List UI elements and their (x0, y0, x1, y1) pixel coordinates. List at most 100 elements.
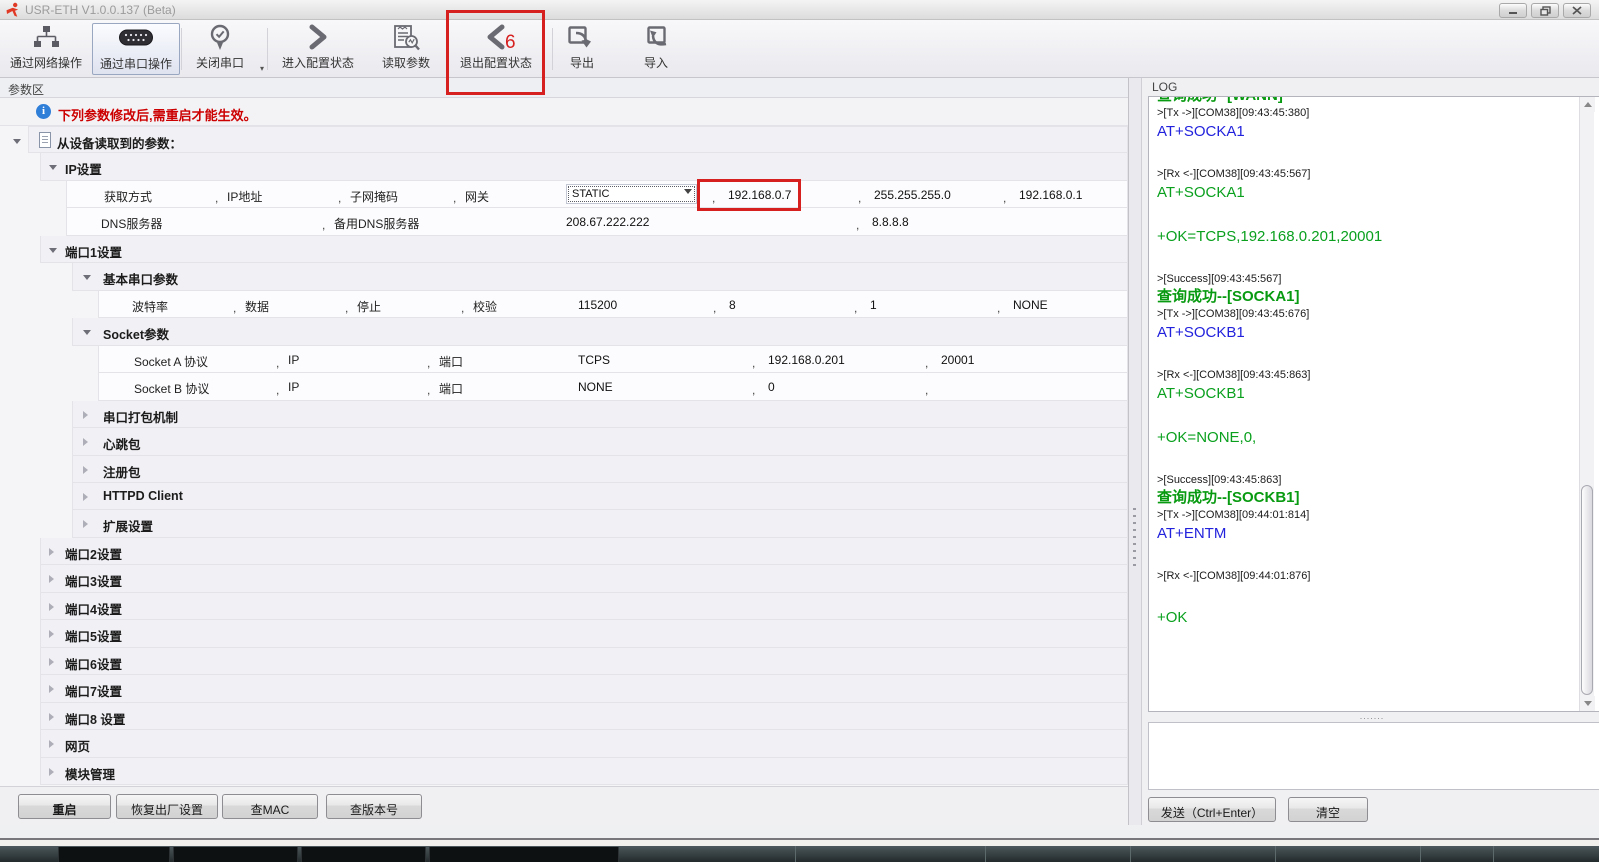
tree-node-label: 端口4设置 (65, 599, 122, 618)
collapse-arrow-icon[interactable] (49, 603, 54, 611)
tree-node-端口2设置[interactable]: 端口2设置 (40, 538, 1128, 565)
toolbar-button-label: 通过串口操作 (100, 55, 172, 72)
tree-node-端口3设置[interactable]: 端口3设置 (40, 565, 1128, 592)
query-mac-button[interactable]: 查MAC (222, 794, 318, 819)
serial-operation-button[interactable]: 通过串口操作 (92, 23, 180, 75)
scroll-down-icon[interactable] (1580, 696, 1595, 711)
read-params-button[interactable]: 读取参数 (368, 23, 444, 75)
param-value[interactable]: 115200 (578, 298, 617, 312)
param-value[interactable]: 0 (768, 380, 775, 394)
log-entry-result: +OK (1157, 609, 1579, 627)
tree-node-端口6设置[interactable]: 端口6设置 (40, 648, 1128, 675)
log-input-splitter[interactable]: ....... (1352, 714, 1392, 719)
param-value[interactable]: 8.8.8.8 (872, 215, 909, 229)
tree-node-HTTPD Client[interactable]: HTTPD Client (72, 483, 1128, 510)
separator-comma: , (345, 301, 348, 315)
log-entry-tx: AT+SOCKB1 (1157, 324, 1579, 342)
expand-arrow-icon[interactable] (83, 330, 91, 335)
tree-node-注册包[interactable]: 注册包 (72, 456, 1128, 483)
collapse-arrow-icon[interactable] (49, 768, 54, 776)
export-button[interactable]: 导出 (556, 23, 608, 75)
collapse-arrow-icon[interactable] (83, 466, 88, 474)
collapse-arrow-icon[interactable] (49, 575, 54, 583)
step-highlight-box-toolbar (446, 10, 545, 95)
restore-button[interactable] (1531, 3, 1559, 18)
restart-button[interactable]: 重启 (18, 794, 111, 819)
separator-comma: , (858, 191, 861, 205)
tree-node-串口打包机制[interactable]: 串口打包机制 (72, 401, 1128, 428)
close-serial-button[interactable]: 关闭串口 (184, 23, 256, 75)
query-version-button[interactable]: 查版本号 (326, 794, 422, 819)
panel-splitter[interactable] (1129, 78, 1141, 825)
separator-comma: , (713, 301, 716, 315)
param-row-serial-basic: 波特率,数据,停止,校验115200,8,1,NONE (98, 291, 1128, 318)
scroll-up-icon[interactable] (1580, 97, 1595, 112)
expand-arrow-icon[interactable] (13, 139, 21, 144)
export-icon (567, 23, 597, 51)
network-operation-button[interactable]: 通过网络操作 (2, 23, 90, 75)
tree-node-端口7设置[interactable]: 端口7设置 (40, 675, 1128, 702)
collapse-arrow-icon[interactable] (49, 658, 54, 666)
close-button[interactable] (1563, 3, 1591, 18)
collapse-arrow-icon[interactable] (49, 630, 54, 638)
log-output[interactable]: 查询成功--[WANN]>[Tx ->][COM38][09:43:45:380… (1148, 96, 1599, 712)
import-button[interactable]: 导入 (630, 23, 682, 75)
tree-node-从设备读取到的参数：[interactable]: 从设备读取到的参数： (28, 126, 1128, 153)
tree-node-扩展设置[interactable]: 扩展设置 (72, 510, 1128, 537)
separator-comma: , (233, 301, 236, 315)
param-value[interactable]: NONE (1013, 298, 1048, 312)
tree-node-label: 端口2设置 (65, 544, 122, 563)
param-label: 端口 (439, 353, 463, 370)
send-input[interactable] (1148, 722, 1599, 790)
collapse-arrow-icon[interactable] (49, 685, 54, 693)
expand-arrow-icon[interactable] (49, 165, 57, 170)
collapse-arrow-icon[interactable] (49, 548, 54, 556)
send-button[interactable]: 发送（Ctrl+Enter） (1148, 797, 1276, 822)
log-entry-tx: AT+SOCKA1 (1157, 123, 1579, 141)
tree-node-基本串口参数[interactable]: 基本串口参数 (72, 263, 1128, 290)
tree-node-端口5设置[interactable]: 端口5设置 (40, 620, 1128, 647)
param-value[interactable]: 192.168.0.201 (768, 353, 845, 367)
dropdown-caret-icon[interactable]: ▾ (260, 64, 264, 73)
tree-node-心跳包[interactable]: 心跳包 (72, 428, 1128, 455)
log-scrollbar[interactable] (1579, 97, 1594, 711)
scrollbar-thumb[interactable] (1581, 485, 1593, 695)
tree-node-label: 基本串口参数 (103, 269, 178, 288)
tree-node-IP设置[interactable]: IP设置 (40, 153, 1128, 180)
app-window: USR-ETH V1.0.0.137 (Beta) 通过网络操作通过串口操作关闭… (0, 0, 1599, 862)
parameter-panel: 参数区 i 下列参数修改后,需重启才能生效。 从设备读取到的参数：IP设置获取方… (0, 78, 1129, 825)
minimize-button[interactable] (1499, 3, 1527, 18)
param-combobox[interactable]: STATIC (566, 184, 697, 204)
collapse-arrow-icon[interactable] (83, 520, 88, 528)
param-value[interactable]: 8 (729, 298, 736, 312)
combobox-arrow-icon[interactable] (684, 189, 692, 194)
tree-node-端口4设置[interactable]: 端口4设置 (40, 593, 1128, 620)
param-value[interactable]: 208.67.222.222 (566, 215, 649, 229)
param-value[interactable]: NONE (578, 380, 613, 394)
tree-node-模块管理[interactable]: 模块管理 (40, 758, 1128, 785)
collapse-arrow-icon[interactable] (49, 740, 54, 748)
tree-node-端口1设置[interactable]: 端口1设置 (40, 236, 1128, 263)
collapse-arrow-icon[interactable] (83, 438, 88, 446)
log-entry-tx: AT+ENTM (1157, 525, 1579, 543)
collapse-arrow-icon[interactable] (49, 713, 54, 721)
param-value[interactable]: TCPS (578, 353, 610, 367)
param-value[interactable]: 192.168.0.1 (1019, 188, 1082, 202)
expand-arrow-icon[interactable] (49, 248, 57, 253)
param-value[interactable]: 1 (870, 298, 877, 312)
param-label: 子网掩码 (350, 188, 398, 205)
tree-node-网页[interactable]: 网页 (40, 730, 1128, 757)
tree-node-端口8 设置[interactable]: 端口8 设置 (40, 703, 1128, 730)
collapse-arrow-icon[interactable] (83, 411, 88, 419)
collapse-arrow-icon[interactable] (83, 493, 88, 501)
expand-arrow-icon[interactable] (83, 275, 91, 280)
parameter-buttonbar: 重启恢复出厂设置查MAC 查版本号 (0, 786, 1128, 825)
factory-reset-button[interactable]: 恢复出厂设置 (116, 794, 218, 819)
enter-config-button[interactable]: 进入配置状态 (272, 23, 364, 75)
clear-button[interactable]: 清空 (1288, 797, 1368, 822)
separator-comma: , (925, 356, 928, 370)
param-value[interactable]: 20001 (941, 353, 974, 367)
param-label: Socket B 协议 (134, 380, 209, 397)
tree-node-Socket参数[interactable]: Socket参数 (72, 318, 1128, 345)
param-value[interactable]: 255.255.255.0 (874, 188, 951, 202)
